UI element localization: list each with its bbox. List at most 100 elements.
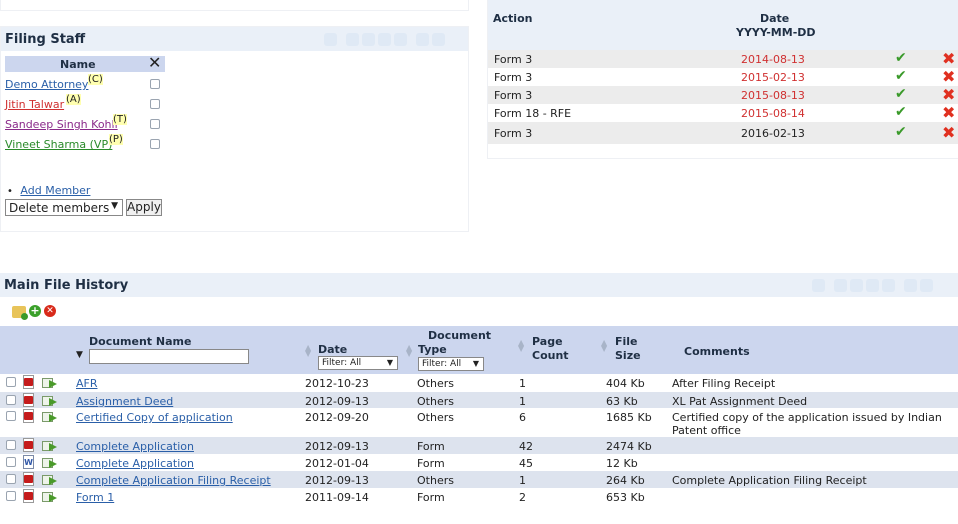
date-filter-select[interactable]: Filter: All ▼ xyxy=(318,356,398,370)
filing-staff-header: Filing Staff xyxy=(1,27,468,51)
staff-member-link[interactable]: Vineet Sharma (VP) xyxy=(5,138,112,151)
staff-role-badge: (A) xyxy=(66,94,81,105)
doc-type-column[interactable]: Document xyxy=(428,329,491,342)
date-column[interactable]: Date xyxy=(318,343,347,356)
folder-add-icon[interactable] xyxy=(12,306,28,320)
add-member-link[interactable]: Add Member xyxy=(20,184,90,197)
page-count-column[interactable]: Page xyxy=(532,335,563,348)
file-size-column[interactable]: File xyxy=(615,335,638,348)
first-page-icon[interactable] xyxy=(324,33,337,46)
pdf-icon[interactable] xyxy=(22,375,36,389)
doc-name-link[interactable]: Assignment Deed xyxy=(76,395,173,408)
view-document-icon[interactable] xyxy=(42,411,58,423)
action-column-header: Action xyxy=(493,12,533,25)
page-count: 45 xyxy=(519,457,533,470)
prev-page-icon[interactable] xyxy=(834,279,847,292)
pdf-icon[interactable] xyxy=(22,489,36,503)
doc-name-link[interactable]: Form 1 xyxy=(76,491,114,504)
doc-type-column-line2: Type xyxy=(418,343,447,356)
view-document-icon[interactable] xyxy=(42,377,58,389)
row-checkbox[interactable] xyxy=(6,395,16,405)
sort-indicator-icon[interactable]: ▲ ▼ xyxy=(518,339,524,353)
staff-member-link[interactable]: Sandeep Singh Kohli xyxy=(5,118,118,131)
action-date: 2016-02-13 xyxy=(741,127,805,140)
doc-name-column[interactable]: Document Name xyxy=(89,335,191,348)
view-document-icon[interactable] xyxy=(42,440,58,452)
doc-name-link[interactable]: AFR xyxy=(76,377,98,390)
prev-page-icon[interactable] xyxy=(346,33,359,46)
first-page-icon[interactable] xyxy=(812,279,825,292)
history-table-row: AFR 2012-10-23 Others 1 404 Kb After Filing R… xyxy=(0,374,958,392)
sort-indicator-icon[interactable]: ▲ ▼ xyxy=(601,339,607,353)
refresh-icon[interactable] xyxy=(416,33,429,46)
staff-member-checkbox[interactable] xyxy=(150,139,160,149)
last-page-icon[interactable] xyxy=(882,279,895,292)
remove-column-icon[interactable]: ✕ xyxy=(148,53,161,72)
doc-name-filter-input[interactable] xyxy=(89,349,249,364)
doc-comment: Certified copy of the application issued… xyxy=(672,411,942,424)
complete-check-icon[interactable]: ✔ xyxy=(895,50,907,66)
delete-circle-icon[interactable]: ✕ xyxy=(44,305,56,317)
doc-name-link[interactable]: Complete Application Filing Receipt xyxy=(76,474,271,487)
last-page-icon[interactable] xyxy=(394,33,407,46)
staff-member-checkbox[interactable] xyxy=(150,79,160,89)
delete-x-icon[interactable]: ✖ xyxy=(942,85,955,104)
actions-header: Action Date YYYY-MM-DD xyxy=(488,0,958,50)
pdf-icon[interactable] xyxy=(22,472,36,486)
row-checkbox[interactable] xyxy=(6,411,16,421)
row-checkbox[interactable] xyxy=(6,491,16,501)
delete-x-icon[interactable]: ✖ xyxy=(942,49,955,68)
delete-x-icon[interactable]: ✖ xyxy=(942,103,955,122)
complete-check-icon[interactable]: ✔ xyxy=(895,86,907,102)
action-row: Form 3 2015-08-13 ✔ ✖ xyxy=(488,85,958,104)
doc-name-link[interactable]: Complete Application xyxy=(76,457,194,470)
doc-type: Form xyxy=(417,440,445,453)
word-doc-icon[interactable] xyxy=(22,455,36,469)
action-row: Form 3 2016-02-13 ✔ ✖ xyxy=(488,122,958,144)
next-page-icon[interactable] xyxy=(378,33,391,46)
apply-button[interactable]: Apply xyxy=(126,199,162,216)
sort-indicator-icon[interactable]: ▲ ▼ xyxy=(305,344,311,358)
complete-check-icon[interactable]: ✔ xyxy=(895,104,907,120)
view-document-icon[interactable] xyxy=(42,395,58,407)
row-checkbox[interactable] xyxy=(6,474,16,484)
doc-type: Others xyxy=(417,411,454,424)
view-document-icon[interactable] xyxy=(42,457,58,469)
staff-member-checkbox[interactable] xyxy=(150,99,160,109)
refresh-icon[interactable] xyxy=(904,279,917,292)
filing-staff-panel: Filing Staff Name ✕ Demo Attorney (C) Ji… xyxy=(0,26,469,232)
settings-icon[interactable] xyxy=(432,33,445,46)
bulk-action-select[interactable]: Delete members ▼ xyxy=(5,199,123,216)
delete-x-icon[interactable]: ✖ xyxy=(942,67,955,86)
sort-icon[interactable]: ▼ xyxy=(76,350,83,360)
staff-member-link[interactable]: Demo Attorney xyxy=(5,78,88,91)
delete-x-icon[interactable]: ✖ xyxy=(942,123,955,142)
doc-name-link[interactable]: Certified Copy of application xyxy=(76,411,233,424)
history-table-row: Certified Copy of application 2012-09-20 O… xyxy=(0,408,958,437)
pdf-icon[interactable] xyxy=(22,438,36,452)
complete-check-icon[interactable]: ✔ xyxy=(895,124,907,140)
view-document-icon[interactable] xyxy=(42,491,58,503)
pdf-icon[interactable] xyxy=(22,393,36,407)
staff-member-link[interactable]: Jitin Talwar xyxy=(5,98,64,111)
view-document-icon[interactable] xyxy=(42,474,58,486)
page-icon[interactable] xyxy=(850,279,863,292)
settings-icon[interactable] xyxy=(920,279,933,292)
doc-name-link[interactable]: Complete Application xyxy=(76,440,194,453)
page-icon[interactable] xyxy=(362,33,375,46)
row-checkbox[interactable] xyxy=(6,457,16,467)
staff-member-checkbox[interactable] xyxy=(150,119,160,129)
history-toolbar xyxy=(812,279,933,292)
file-size: 264 Kb xyxy=(606,474,645,487)
pdf-icon[interactable] xyxy=(22,409,36,423)
history-table-row: Complete Application 2012-09-13 Form 42 2474… xyxy=(0,437,958,454)
history-column-header: ▼ Document Name ▲ ▼ Date Filter: All ▼ ▲ ▼… xyxy=(0,326,958,374)
next-page-icon[interactable] xyxy=(866,279,879,292)
type-filter-select[interactable]: Filter: All ▼ xyxy=(418,357,484,371)
sort-indicator-icon[interactable]: ▲ ▼ xyxy=(406,344,412,358)
complete-check-icon[interactable]: ✔ xyxy=(895,68,907,84)
page-count: 1 xyxy=(519,377,526,390)
add-circle-icon[interactable]: + xyxy=(29,305,41,317)
row-checkbox[interactable] xyxy=(6,377,16,387)
row-checkbox[interactable] xyxy=(6,440,16,450)
